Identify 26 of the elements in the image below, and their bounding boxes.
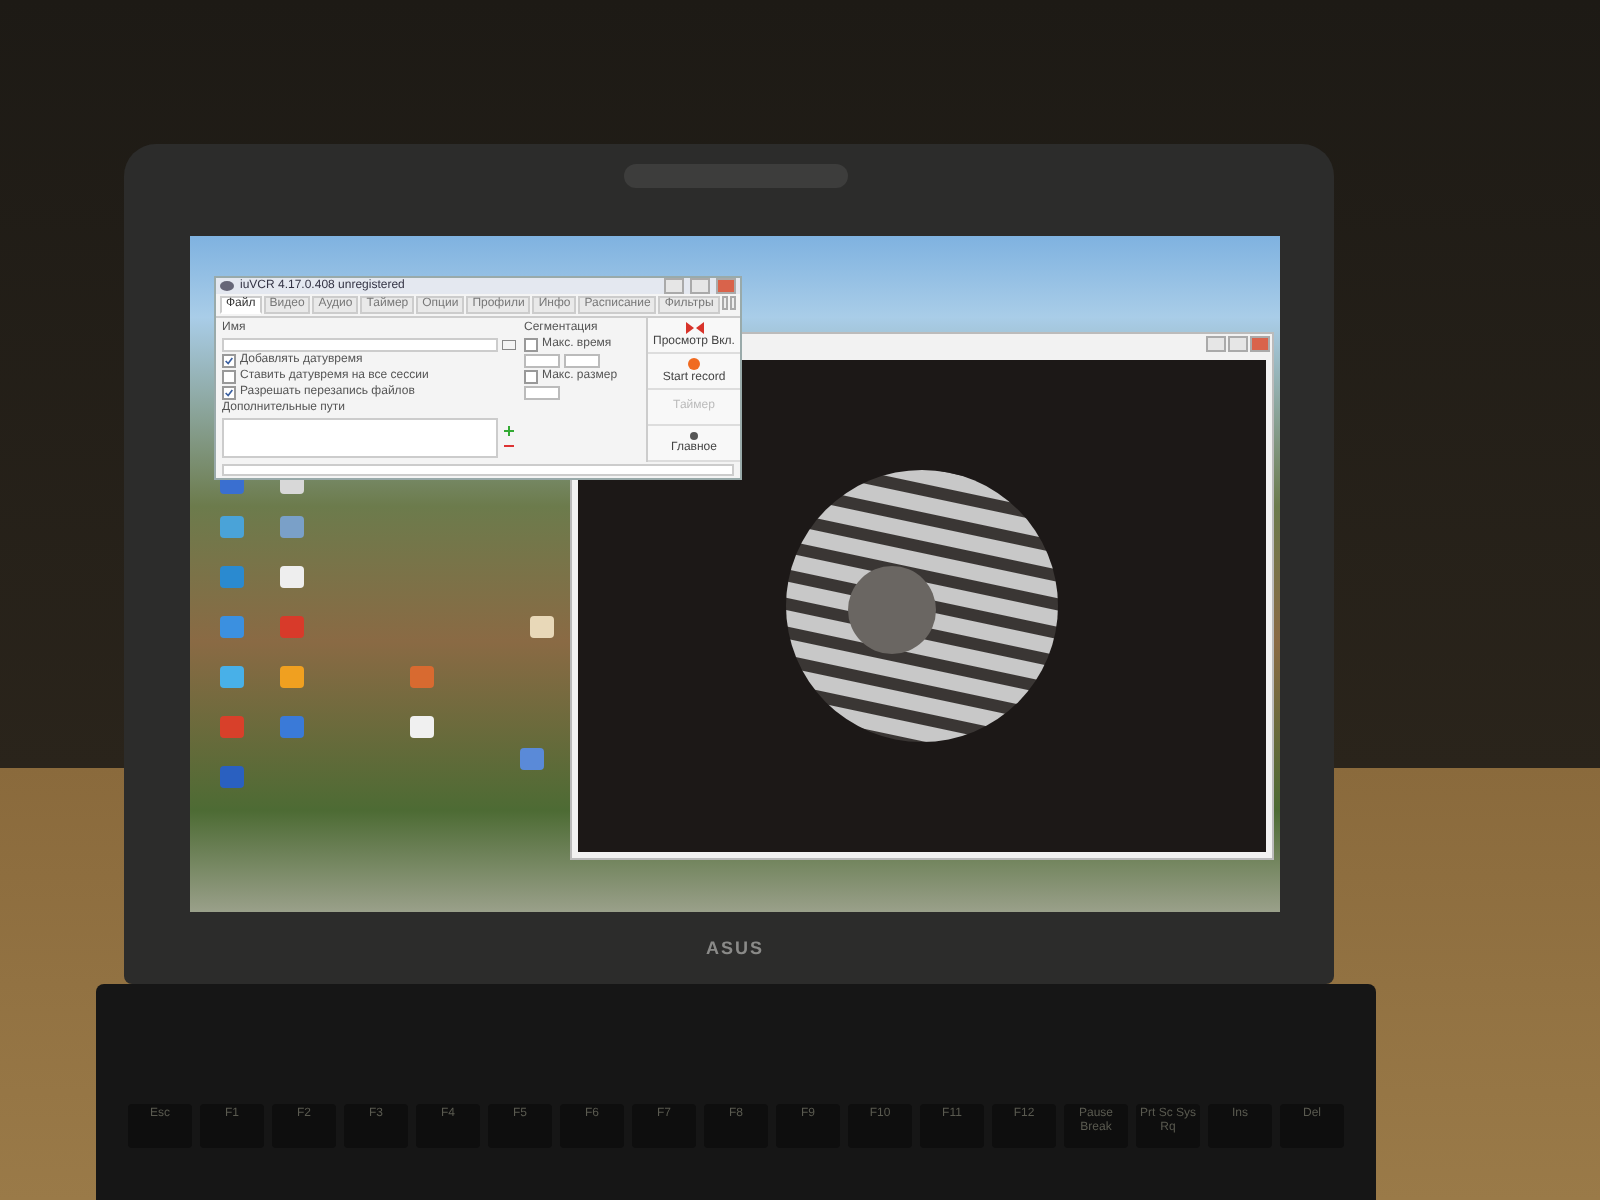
checkbox[interactable] (222, 354, 236, 368)
desktop-icon[interactable] (530, 616, 554, 638)
record-icon (688, 357, 700, 369)
checkbox[interactable] (524, 370, 538, 384)
scroll-right-button[interactable] (729, 296, 736, 310)
checkbox[interactable] (222, 370, 236, 384)
add-remove-icon[interactable] (502, 424, 516, 452)
brand-logo: ASUS (705, 938, 764, 958)
spin-field[interactable] (524, 386, 560, 400)
close-button[interactable] (716, 278, 736, 294)
maximize-button[interactable] (1228, 336, 1248, 352)
desktop-icon[interactable] (410, 716, 434, 738)
minimize-button[interactable] (1206, 336, 1226, 352)
close-button[interactable] (1250, 336, 1270, 352)
desktop-icon[interactable] (280, 566, 304, 588)
scroll-left-button[interactable] (721, 296, 728, 310)
paths-field[interactable] (222, 418, 498, 458)
minimize-button[interactable] (664, 278, 684, 294)
maximize-button[interactable] (690, 278, 710, 294)
name-field[interactable] (222, 338, 498, 352)
checkbox[interactable] (524, 338, 538, 352)
checkbox[interactable] (222, 386, 236, 400)
dot-icon (690, 431, 698, 439)
spin-field[interactable] (524, 354, 560, 368)
app-icon (220, 280, 234, 292)
spin-field[interactable] (564, 354, 600, 368)
